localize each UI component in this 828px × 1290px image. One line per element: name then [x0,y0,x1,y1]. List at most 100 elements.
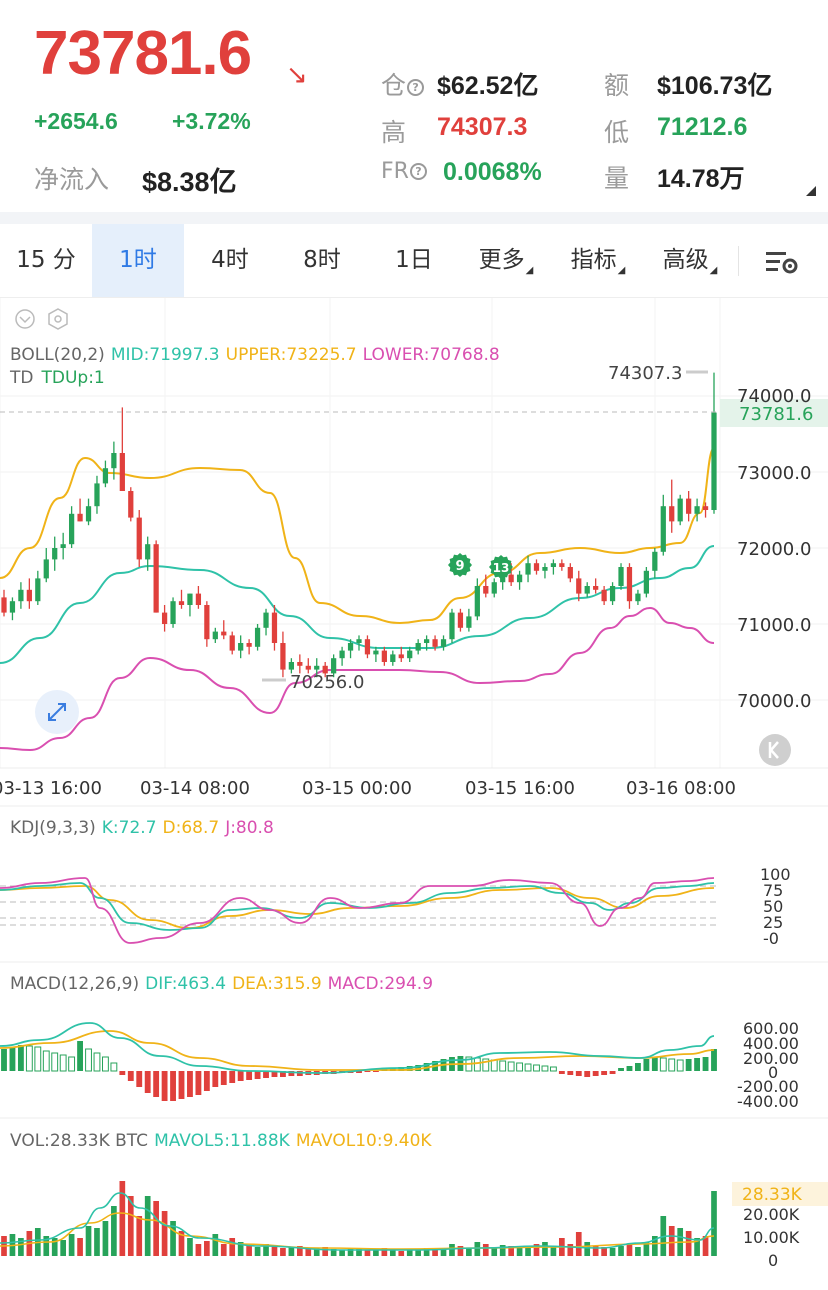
funding-rate-value: 0.0068% [443,158,542,186]
volume-bar [94,1228,100,1256]
macd-bar [507,1061,515,1072]
volume-bar [389,1250,396,1256]
volume-bar [406,1250,413,1256]
kdj-y-0: -0 [763,929,779,948]
volume-bar [516,1248,523,1256]
chart-settings-icon[interactable] [764,248,800,276]
candle [94,483,100,507]
macd-bar [203,1071,210,1091]
candle [525,563,531,575]
open-interest-value: $62.52亿 [437,72,539,100]
y-tick-70000: 70000.0 [737,691,811,712]
tab-15m[interactable]: 15 分 [0,224,92,297]
macd-bar [516,1062,524,1072]
interval-tabs: 15 分 1时 4时 8时 1日 更多◢ 指标◢ 高级◢ [0,224,828,298]
macd-bar [694,1058,701,1071]
candle [449,612,455,640]
tab-indicators[interactable]: 指标◢ [552,224,644,297]
macd-bar [702,1057,709,1071]
candle [254,627,261,647]
candle [567,567,573,579]
candle [618,567,624,586]
volume-bar [609,1248,616,1256]
candle [423,639,430,643]
candle [533,563,540,571]
volume-bar [102,1221,109,1256]
boll-lower: LOWER:70768.8 [363,345,500,365]
macd-bar [51,1052,59,1072]
candle [440,639,447,647]
tab-advanced[interactable]: 高级◢ [644,224,736,297]
vol-y-10k: 10.00K [743,1228,800,1247]
vol-last-tag: 28.33K [742,1185,803,1205]
macd-bar [592,1071,599,1076]
eye-icon[interactable] [15,309,35,329]
bollinger-bands [0,447,715,752]
kline-chart[interactable]: BOLL(20,2) MID:71997.3 UPPER:73225.7 LOWER:… [0,298,828,1290]
x-tick-5: 03-16 08:00 [626,778,736,799]
high-value: 74307.3 [437,113,528,141]
candle [576,578,582,594]
kdj-label: KDJ(9,3,3) [10,818,96,838]
scroll-to-latest-icon[interactable] [759,734,791,766]
tab-8h[interactable]: 8时 [276,224,368,297]
macd-bar [473,1057,481,1072]
help-icon[interactable]: ? [407,79,425,96]
macd-bar [93,1052,101,1072]
macd-chart [0,1022,717,1101]
volume-chart [0,1181,717,1256]
macd-bar [25,1045,33,1072]
volume-bar [685,1231,692,1256]
tab-more[interactable]: 更多◢ [460,224,552,297]
candle [474,586,480,617]
expand-stats-icon[interactable] [806,186,816,196]
change-abs: +2654.6 [34,108,118,134]
kdj-j: J:80.8 [224,818,274,838]
tab-1h[interactable]: 1时 [92,224,184,297]
candle [491,582,497,594]
tab-4h[interactable]: 4时 [184,224,276,297]
last-price-tag: 73781.6 [739,404,813,425]
candle [339,650,345,659]
expand-icon[interactable] [35,690,79,734]
kdj-lines [0,877,718,944]
candle [373,650,379,655]
low-label: 低 [604,118,630,147]
tab-1d[interactable]: 1日 [368,224,460,297]
candle [26,589,32,602]
macd-bar [685,1059,692,1071]
macd-bar [195,1071,202,1095]
candle [35,578,41,602]
candle [652,551,658,571]
y-tick-74000: 74000.0 [737,386,811,407]
hexagon-settings-icon[interactable] [48,308,68,330]
candle [195,593,202,605]
macd-bar [575,1071,582,1076]
macd-bar [533,1064,540,1072]
candle [694,506,700,514]
volume-bar [711,1191,717,1256]
candle [660,506,666,552]
candles [1,372,717,678]
macd-bar [254,1071,261,1079]
volume-bar [288,1247,295,1256]
candle [68,513,75,545]
candle [128,491,134,518]
volume-bar [339,1250,345,1256]
macd-bar [170,1071,176,1101]
volume-bar [542,1242,548,1256]
kline-app: { "header": { "price": "73781.6", "price… [0,0,828,1290]
turnover-value: $106.73亿 [657,72,773,100]
low-marker: 70256.0 [290,672,364,693]
candle [398,654,404,659]
candle [466,616,472,628]
x-tick-1: 03-13 16:00 [0,778,102,799]
kdj-k: K:72.7 [102,818,157,838]
help-icon[interactable]: ? [409,163,427,180]
vol-y-0: 0 [768,1251,778,1270]
macd-bar [1,1049,7,1071]
candle [686,498,692,514]
volume-bar [271,1246,278,1256]
grid [0,298,828,1119]
volume-bar [85,1226,92,1256]
